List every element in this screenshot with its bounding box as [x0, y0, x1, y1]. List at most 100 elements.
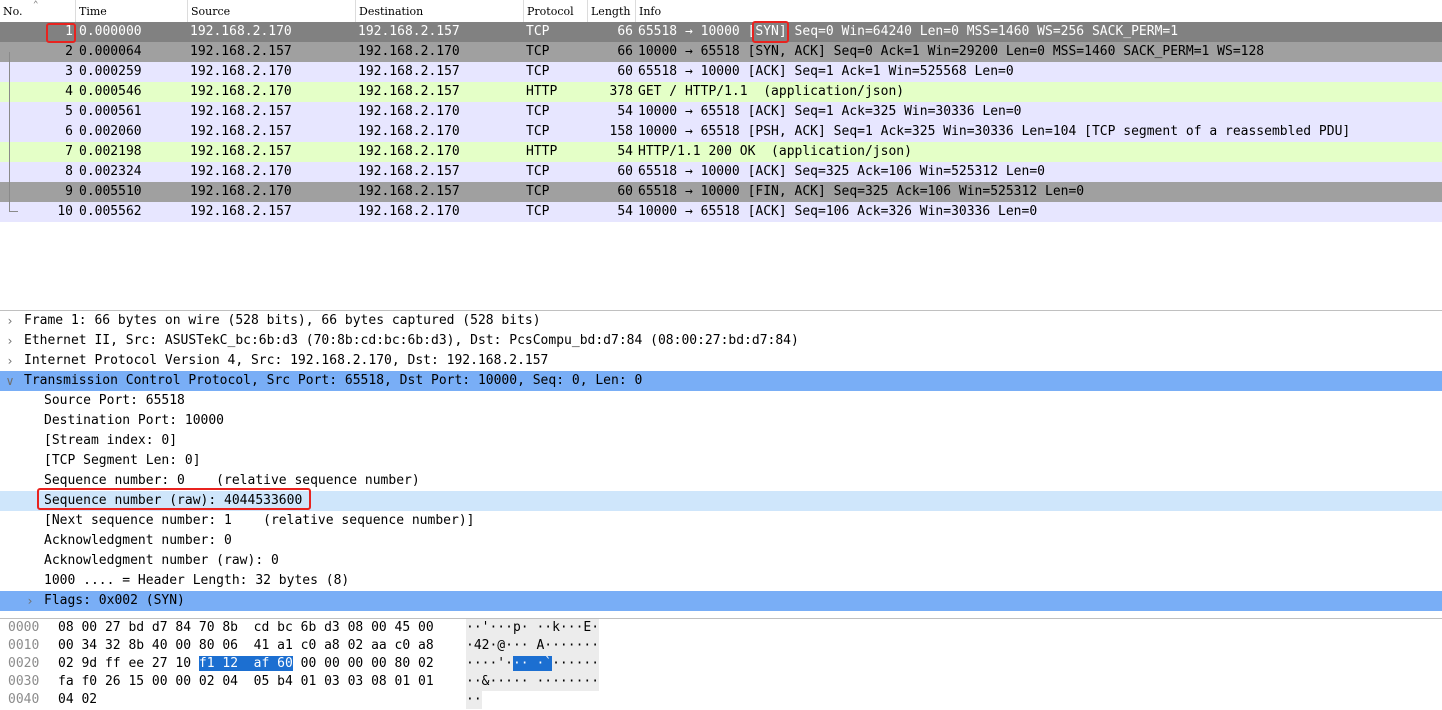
- packet-row[interactable]: 6 0.002060 192.168.2.157 192.168.2.170 TCP 15…: [0, 122, 1442, 142]
- bytes-hex[interactable]: fa f0 26 15 00 00 02 04 05 b4 01 03 03 0…: [58, 673, 434, 691]
- packet-info-text: 65518 → 10000 [FIN, ACK] Seq=325 Ack=106…: [638, 184, 1085, 199]
- packet-destination: 192.168.2.157: [358, 164, 460, 179]
- column-header-source[interactable]: Source: [187, 0, 355, 22]
- detail-text: [TCP Segment Len: 0]: [44, 453, 201, 468]
- packet-row[interactable]: 2 0.000064 192.168.2.157 192.168.2.170 TCP 66…: [0, 42, 1442, 62]
- bytes-offset: 0000: [8, 620, 40, 635]
- bytes-row[interactable]: 0000 08 00 27 bd d7 84 70 8b cd bc 6b d3 …: [0, 619, 1442, 637]
- bytes-ascii-part: ····'·: [466, 656, 513, 671]
- packet-info-text: 65518 → 10000 [ACK] Seq=325 Ack=106 Win=…: [638, 164, 1045, 179]
- bytes-ascii[interactable]: ·42·@··· A·······: [466, 637, 600, 655]
- packet-length: 60: [617, 184, 633, 199]
- collapsed-chevron-icon[interactable]: ›: [4, 351, 16, 371]
- column-header-protocol[interactable]: Protocol: [523, 0, 587, 22]
- bytes-ascii-part: ··'···p· ··k···E·: [466, 620, 600, 635]
- column-header-destination[interactable]: Destination: [355, 0, 523, 22]
- detail-text: [Stream index: 0]: [44, 433, 178, 448]
- bytes-hex[interactable]: 08 00 27 bd d7 84 70 8b cd bc 6b d3 08 0…: [58, 619, 434, 637]
- detail-text: Acknowledgment number (raw): 0: [44, 553, 279, 568]
- packet-info-flag: [SYN]: [747, 24, 787, 39]
- packet-info: GET / HTTP/1.1 (application/json): [638, 82, 904, 102]
- detail-row[interactable]: Source Port: 65518: [0, 391, 1442, 411]
- packet-row[interactable]: 1 0.000000 192.168.2.170 192.168.2.157 TCP 66…: [0, 22, 1442, 42]
- packet-list-header: No. ⌃ Time Source Destination Protocol L…: [0, 0, 1442, 23]
- packet-time: 0.002324: [79, 164, 142, 179]
- bytes-hex-part: 00 34 32 8b 40 00 80 06 41 a1 c0 a8 02 a…: [58, 638, 434, 653]
- detail-row[interactable]: › Flags: 0x002 (SYN): [0, 591, 1442, 611]
- packet-info: 10000 → 65518 [PSH, ACK] Seq=1 Ack=325 W…: [638, 122, 1350, 142]
- detail-row[interactable]: › Ethernet II, Src: ASUSTekC_bc:6b:d3 (70…: [0, 331, 1442, 351]
- packet-number: 2: [65, 44, 73, 59]
- detail-text: [Next sequence number: 1 (relative seque…: [44, 513, 475, 528]
- detail-text: Sequence number: 0 (relative sequence nu…: [44, 473, 420, 488]
- packet-destination: 192.168.2.170: [358, 104, 460, 119]
- packet-destination: 192.168.2.170: [358, 204, 460, 219]
- packet-length: 60: [617, 64, 633, 79]
- packet-length: 54: [617, 104, 633, 119]
- detail-row[interactable]: Sequence number: 0 (relative sequence nu…: [0, 471, 1442, 491]
- packet-details-pane: › Frame 1: 66 bytes on wire (528 bits), 6…: [0, 310, 1442, 613]
- detail-text: Flags: 0x002 (SYN): [44, 593, 185, 608]
- packet-source: 192.168.2.157: [190, 144, 292, 159]
- packet-info-text: 10000 → 65518 [PSH, ACK] Seq=1 Ack=325 W…: [638, 124, 1351, 139]
- detail-row[interactable]: › Internet Protocol Version 4, Src: 192.1…: [0, 351, 1442, 371]
- packet-bytes-pane: 0000 08 00 27 bd d7 84 70 8b cd bc 6b d3 …: [0, 618, 1442, 710]
- collapsed-chevron-icon[interactable]: ›: [4, 331, 16, 351]
- packet-destination: 192.168.2.157: [358, 24, 460, 39]
- packet-row[interactable]: 4 0.000546 192.168.2.170 192.168.2.157 HTTP 3…: [0, 82, 1442, 102]
- bytes-hex[interactable]: 02 9d ff ee 27 10 f1 12 af 60 00 00 00 0…: [58, 655, 434, 673]
- packet-source: 192.168.2.157: [190, 204, 292, 219]
- packet-length: 158: [609, 124, 633, 139]
- detail-row[interactable]: 1000 .... = Header Length: 32 bytes (8): [0, 571, 1442, 591]
- packet-info-text: 65518 → 10000 [ACK] Seq=1 Ack=1 Win=5255…: [638, 64, 1014, 79]
- packet-row[interactable]: 9 0.005510 192.168.2.170 192.168.2.157 TCP 60…: [0, 182, 1442, 202]
- detail-row[interactable]: › Frame 1: 66 bytes on wire (528 bits), 6…: [0, 311, 1442, 331]
- bytes-hex-part: 00 00 00 00 80 02: [292, 656, 434, 671]
- packet-row[interactable]: 10 0.005562 192.168.2.157 192.168.2.170 TCP 5…: [0, 202, 1442, 222]
- detail-text: Source Port: 65518: [44, 393, 185, 408]
- column-header-length[interactable]: Length: [587, 0, 635, 22]
- packet-number: 10: [57, 204, 73, 219]
- packet-source: 192.168.2.157: [190, 124, 292, 139]
- bytes-ascii[interactable]: ··: [466, 691, 482, 709]
- detail-row[interactable]: Destination Port: 10000: [0, 411, 1442, 431]
- detail-row[interactable]: ∨ Transmission Control Protocol, Src Port…: [0, 371, 1442, 391]
- bytes-row[interactable]: 0010 00 34 32 8b 40 00 80 06 41 a1 c0 a8 …: [0, 637, 1442, 655]
- expanded-chevron-icon[interactable]: ∨: [4, 371, 16, 391]
- detail-row[interactable]: [TCP Segment Len: 0]: [0, 451, 1442, 471]
- bytes-row[interactable]: 0040 04 02 ··: [0, 691, 1442, 709]
- detail-text: Transmission Control Protocol, Src Port:…: [24, 373, 643, 388]
- collapsed-chevron-icon[interactable]: ›: [4, 311, 16, 331]
- bytes-ascii[interactable]: ····'··· ·`······: [466, 655, 600, 673]
- column-header-time[interactable]: Time: [75, 0, 187, 22]
- detail-row[interactable]: [Stream index: 0]: [0, 431, 1442, 451]
- detail-row[interactable]: Acknowledgment number (raw): 0: [0, 551, 1442, 571]
- packet-row[interactable]: 5 0.000561 192.168.2.157 192.168.2.170 TCP 54…: [0, 102, 1442, 122]
- packet-row[interactable]: 7 0.002198 192.168.2.157 192.168.2.170 HTTP 5…: [0, 142, 1442, 162]
- column-header-info[interactable]: Info: [635, 0, 1442, 22]
- detail-row[interactable]: Acknowledgment number: 0: [0, 531, 1442, 551]
- packet-destination: 192.168.2.170: [358, 124, 460, 139]
- bytes-hex[interactable]: 00 34 32 8b 40 00 80 06 41 a1 c0 a8 02 a…: [58, 637, 434, 655]
- packet-row[interactable]: 3 0.000259 192.168.2.170 192.168.2.157 TCP 60…: [0, 62, 1442, 82]
- packet-info-text: 10000 → 65518 [ACK] Seq=1 Ack=325 Win=30…: [638, 104, 1022, 119]
- bytes-offset: 0040: [8, 692, 40, 707]
- detail-text: Destination Port: 10000: [44, 413, 225, 428]
- bytes-row[interactable]: 0030 fa f0 26 15 00 00 02 04 05 b4 01 03 …: [0, 673, 1442, 691]
- bytes-hex[interactable]: 04 02: [58, 691, 97, 709]
- bytes-ascii[interactable]: ··&····· ········: [466, 673, 600, 691]
- sort-ascending-icon: ⌃: [33, 0, 39, 10]
- detail-row[interactable]: [Next sequence number: 1 (relative seque…: [0, 511, 1442, 531]
- packet-protocol: HTTP: [526, 144, 558, 159]
- packet-protocol: TCP: [526, 184, 550, 199]
- packet-row[interactable]: 8 0.002324 192.168.2.170 192.168.2.157 TCP 60…: [0, 162, 1442, 182]
- collapsed-chevron-icon[interactable]: ›: [24, 591, 36, 611]
- bytes-row[interactable]: 0020 02 9d ff ee 27 10 f1 12 af 60 00 00 …: [0, 655, 1442, 673]
- detail-row[interactable]: Sequence number (raw): 4044533600: [0, 491, 1442, 511]
- bytes-ascii-part: ·42·@··· A·······: [466, 638, 600, 653]
- packet-protocol: TCP: [526, 44, 550, 59]
- packet-info: 10000 → 65518 [ACK] Seq=1 Ack=325 Win=30…: [638, 102, 1022, 122]
- bytes-ascii-part: ······: [552, 656, 600, 671]
- packet-source: 192.168.2.157: [190, 44, 292, 59]
- bytes-ascii[interactable]: ··'···p· ··k···E·: [466, 619, 600, 637]
